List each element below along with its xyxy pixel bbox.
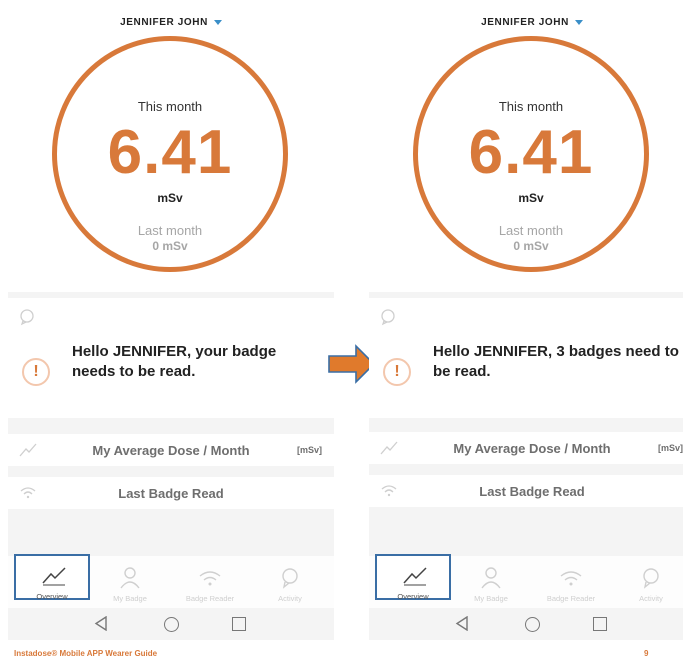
home-icon[interactable] — [164, 617, 179, 632]
nav-overview[interactable]: Overview — [14, 554, 90, 601]
chevron-down-icon — [213, 19, 222, 25]
nav-my-badge[interactable]: My Badge — [92, 556, 168, 608]
last-badge-read-card[interactable]: Last Badge Read — [8, 477, 334, 509]
chat-icon — [20, 309, 34, 326]
last-badge-read-label: Last Badge Read — [479, 484, 585, 499]
phone-screen-left: JENNIFER JOHN This month 6.41 mSv Last m… — [8, 0, 334, 640]
nav-activity[interactable]: Activity — [613, 556, 683, 608]
nav-activity[interactable]: Activity — [252, 556, 328, 608]
last-month-value: 0 mSv — [152, 239, 188, 253]
dose-unit: mSv — [157, 191, 183, 205]
back-icon[interactable] — [455, 616, 469, 631]
last-badge-read-card[interactable]: Last Badge Read — [369, 475, 683, 507]
home-icon[interactable] — [525, 617, 540, 632]
alert-icon: ! — [383, 358, 411, 386]
chat-icon — [282, 568, 298, 589]
average-dose-label: My Average Dose / Month — [92, 443, 250, 458]
nav-overview-label: Overview — [36, 592, 68, 601]
last-badge-read-label: Last Badge Read — [118, 486, 224, 501]
last-month-value: 0 mSv — [513, 239, 549, 253]
nav-overview[interactable]: Overview — [375, 554, 451, 601]
trend-icon — [42, 567, 66, 586]
recent-apps-icon[interactable] — [593, 617, 607, 631]
last-month-label: Last month — [137, 223, 203, 238]
this-month-label: This month — [137, 99, 203, 114]
average-dose-card[interactable]: My Average Dose / Month [mSv] — [369, 432, 683, 464]
last-month-label: Last month — [498, 223, 564, 238]
this-month-label: This month — [498, 99, 564, 114]
notification-card[interactable]: ! Hello JENNIFER, 3 badges need to be re… — [369, 298, 683, 418]
person-icon — [481, 567, 501, 589]
system-nav-bar — [369, 610, 683, 640]
nav-badge-reader[interactable]: Badge Reader — [172, 556, 248, 608]
user-selector[interactable]: JENNIFER JOHN — [369, 17, 683, 28]
notification-message: Hello JENNIFER, your badge needs to be r… — [72, 343, 277, 380]
chevron-down-icon — [574, 19, 583, 25]
dose-value: 6.41 — [107, 118, 233, 187]
footer-title: Instadose® Mobile APP Wearer Guide — [14, 649, 158, 658]
user-name: JENNIFER JOHN — [120, 17, 208, 28]
dose-panel: JENNIFER JOHN This month 6.41 mSv Last m… — [8, 0, 334, 292]
average-dose-card[interactable]: My Average Dose / Month [mSv] — [8, 434, 334, 466]
average-dose-unit: [mSv] — [657, 443, 683, 453]
bottom-nav: Overview My Badge Badge Reader Activity — [8, 554, 334, 608]
recent-apps-icon[interactable] — [232, 617, 246, 631]
dose-unit: mSv — [518, 191, 544, 205]
nav-activity-label: Activity — [278, 594, 302, 603]
phone-screen-right: JENNIFER JOHN This month 6.41 mSv Last m… — [369, 0, 683, 640]
average-dose-label: My Average Dose / Month — [453, 441, 611, 456]
nav-badge-reader[interactable]: Badge Reader — [533, 556, 609, 608]
notification-card[interactable]: ! Hello JENNIFER, your badge needs to be… — [8, 298, 334, 418]
nav-badge-reader-label: Badge Reader — [546, 594, 596, 603]
nav-overview-label: Overview — [397, 592, 429, 601]
dose-panel: JENNIFER JOHN This month 6.41 mSv Last m… — [369, 0, 683, 292]
back-icon[interactable] — [94, 616, 108, 631]
notification-message: Hello JENNIFER, 3 badges need to be read… — [433, 343, 679, 380]
dose-ring: This month 6.41 mSv Last month 0 mSv — [52, 36, 288, 272]
person-icon — [120, 567, 140, 589]
chat-icon — [643, 568, 659, 589]
nav-badge-reader-label: Badge Reader — [185, 594, 235, 603]
page-number: 9 — [644, 649, 649, 658]
nav-activity-label: Activity — [639, 594, 663, 603]
bottom-nav: Overview My Badge Badge Reader Activity — [369, 554, 683, 608]
trend-icon — [403, 567, 427, 586]
system-nav-bar — [8, 610, 334, 640]
user-selector[interactable]: JENNIFER JOHN — [8, 17, 334, 28]
nav-my-badge-label: My Badge — [113, 594, 147, 603]
nav-my-badge[interactable]: My Badge — [453, 556, 529, 608]
nav-my-badge-label: My Badge — [474, 594, 508, 603]
dose-value: 6.41 — [468, 118, 594, 187]
chat-icon — [381, 309, 395, 326]
dose-ring: This month 6.41 mSv Last month 0 mSv — [413, 36, 649, 272]
wifi-icon — [560, 571, 582, 586]
average-dose-unit: [mSv] — [296, 445, 322, 455]
user-name: JENNIFER JOHN — [481, 17, 569, 28]
alert-icon: ! — [22, 358, 50, 386]
wifi-icon — [199, 571, 221, 586]
